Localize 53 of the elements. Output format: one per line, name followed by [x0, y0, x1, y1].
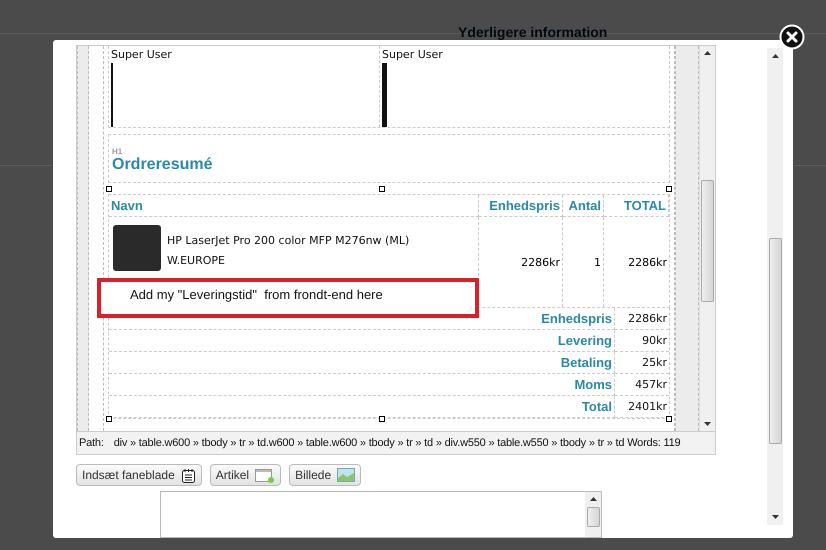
block-tag-label: H1: [112, 147, 124, 156]
scrollbar-thumb[interactable]: [701, 180, 714, 302]
document-plus-icon: [255, 468, 276, 482]
column-header: Enhedspris: [479, 195, 563, 218]
toolbar-button[interactable]: Indsæt faneblade: [76, 464, 202, 486]
scroll-down-icon[interactable]: [772, 515, 778, 519]
close-icon[interactable]: [779, 24, 805, 50]
scrollbar-thumb[interactable]: [768, 238, 782, 444]
section-heading: Yderligere information: [458, 24, 608, 40]
summary-label: Levering: [558, 333, 612, 348]
column-header: Antal: [563, 195, 604, 218]
summary-label: Total: [582, 399, 612, 414]
scrollbar-thumb[interactable]: [586, 507, 600, 527]
scroll-down-icon[interactable]: [704, 422, 711, 426]
scrollbar[interactable]: [767, 48, 783, 525]
resize-handle[interactable]: [106, 186, 112, 192]
path-label: Path:: [79, 437, 104, 449]
resize-handle[interactable]: [666, 416, 672, 422]
annotation-box: Add my "Leveringstid" from frondt-end here: [97, 278, 479, 318]
picture-icon: [337, 468, 356, 482]
resize-handle[interactable]: [106, 416, 112, 422]
scroll-up-icon[interactable]: [590, 497, 596, 501]
notepad-icon: [180, 468, 196, 482]
resize-handle[interactable]: [379, 416, 385, 422]
summary-label: Betaling: [560, 355, 612, 370]
summary-value: 457kr: [635, 378, 667, 392]
signature-name: Super User: [111, 48, 173, 61]
table-cell: 2286kr: [628, 256, 667, 269]
scroll-up-icon[interactable]: [704, 51, 711, 55]
scroll-up-icon[interactable]: [772, 54, 778, 58]
text-cursor: [111, 63, 113, 127]
signature-name: Super User: [382, 48, 444, 61]
product-name: HP LaserJet Pro 200 color MFP M276nw (ML) W.EUROPE: [167, 233, 410, 270]
rich-text-editor[interactable]: [76, 45, 716, 455]
element-path: div » table.w600 » tbody » tr » td.w600 » table.w600 » tbody » tr » td » div.w550 » table.w550 » tbody » tr » td Words: 119: [114, 437, 680, 449]
text-cursor: [382, 63, 387, 127]
column-header: Navn: [109, 195, 479, 218]
printer-photo-placeholder: [113, 225, 161, 272]
summary-value: 90kr: [642, 334, 667, 348]
table-cell: 2286kr: [521, 256, 560, 269]
resize-handle[interactable]: [666, 186, 672, 192]
column-header: TOTAL: [604, 195, 669, 218]
table-cell: 1: [594, 256, 601, 269]
summary-value: 2401kr: [628, 400, 667, 414]
summary-value: 25kr: [642, 356, 667, 370]
summary-label: Moms: [574, 377, 612, 392]
scrollbar[interactable]: [699, 46, 715, 431]
toolbar-button[interactable]: Billede: [289, 464, 362, 486]
resize-handle[interactable]: [379, 186, 385, 192]
order-summary-heading: Ordreresumé: [112, 156, 214, 174]
toolbar-button[interactable]: Artikel: [210, 464, 282, 486]
summary-label: Enhedspris: [541, 311, 612, 326]
summary-value: 2286kr: [628, 312, 667, 326]
